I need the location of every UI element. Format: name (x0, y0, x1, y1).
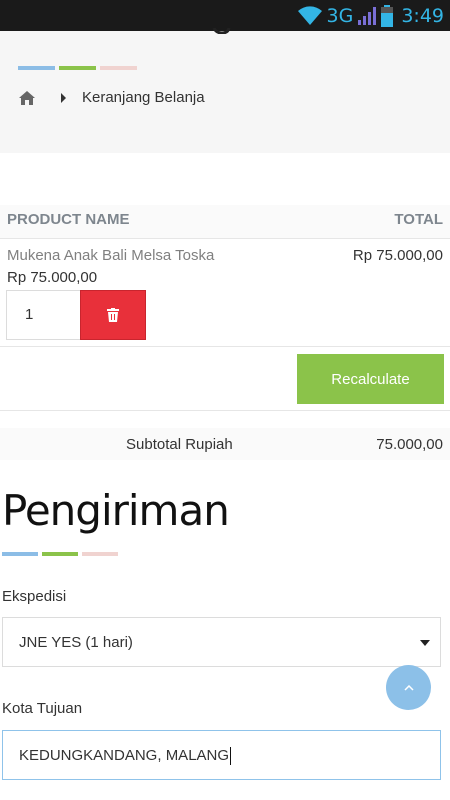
chevron-up-icon (403, 684, 414, 691)
wifi-icon (297, 5, 322, 25)
city-input[interactable]: KEDUNGKANDANG, MALANG (2, 730, 441, 780)
courier-selected-value: JNE YES (1 hari) (19, 634, 133, 651)
breadcrumb-current: Keranjang Belanja (82, 89, 205, 106)
delete-item-button[interactable] (80, 290, 146, 340)
scroll-to-top-button[interactable] (386, 665, 431, 710)
breadcrumb: Keranjang Belanja (18, 89, 205, 106)
item-total: Rp 75.000,00 (352, 247, 443, 264)
product-name-link[interactable]: Mukena Anak Bali Melsa Toska (7, 247, 214, 264)
subtotal-row: Subtotal Rupiah 75.000,00 (0, 428, 450, 460)
column-product-name: PRODUCT NAME (7, 211, 130, 228)
shipping-title-underline (2, 552, 118, 556)
home-icon[interactable] (18, 90, 36, 106)
city-input-value: KEDUNGKANDANG, MALANG (19, 747, 232, 766)
item-price: Rp 75.000,00 (7, 269, 98, 286)
divider (0, 410, 450, 411)
network-type: 3G (326, 4, 354, 27)
subtotal-label: Subtotal Rupiah (126, 436, 233, 453)
courier-label: Ekspedisi (2, 588, 67, 605)
column-total: TOTAL (394, 211, 443, 228)
page-title-cut-glyph (212, 28, 231, 34)
title-underline (18, 66, 137, 70)
cart-table-header: PRODUCT NAME TOTAL (0, 205, 450, 239)
status-bar: 3G 3:49 (0, 0, 450, 31)
caret-down-icon (420, 640, 430, 646)
subtotal-value: 75.000,00 (376, 436, 443, 453)
divider (0, 346, 450, 347)
page-header: Keranjang Belanja (0, 28, 450, 153)
courier-select[interactable]: JNE YES (1 hari) (2, 617, 441, 667)
chevron-right-icon (61, 92, 66, 103)
city-label: Kota Tujuan (2, 700, 83, 717)
signal-icon (358, 6, 377, 25)
battery-icon (381, 4, 394, 27)
shipping-title: Pengiriman (2, 486, 230, 535)
clock: 3:49 (401, 4, 444, 27)
quantity-input[interactable]: 1 (6, 290, 81, 340)
trash-icon (107, 308, 119, 322)
status-icons: 3G 3:49 (297, 3, 444, 28)
recalculate-button[interactable]: Recalculate (297, 354, 444, 404)
